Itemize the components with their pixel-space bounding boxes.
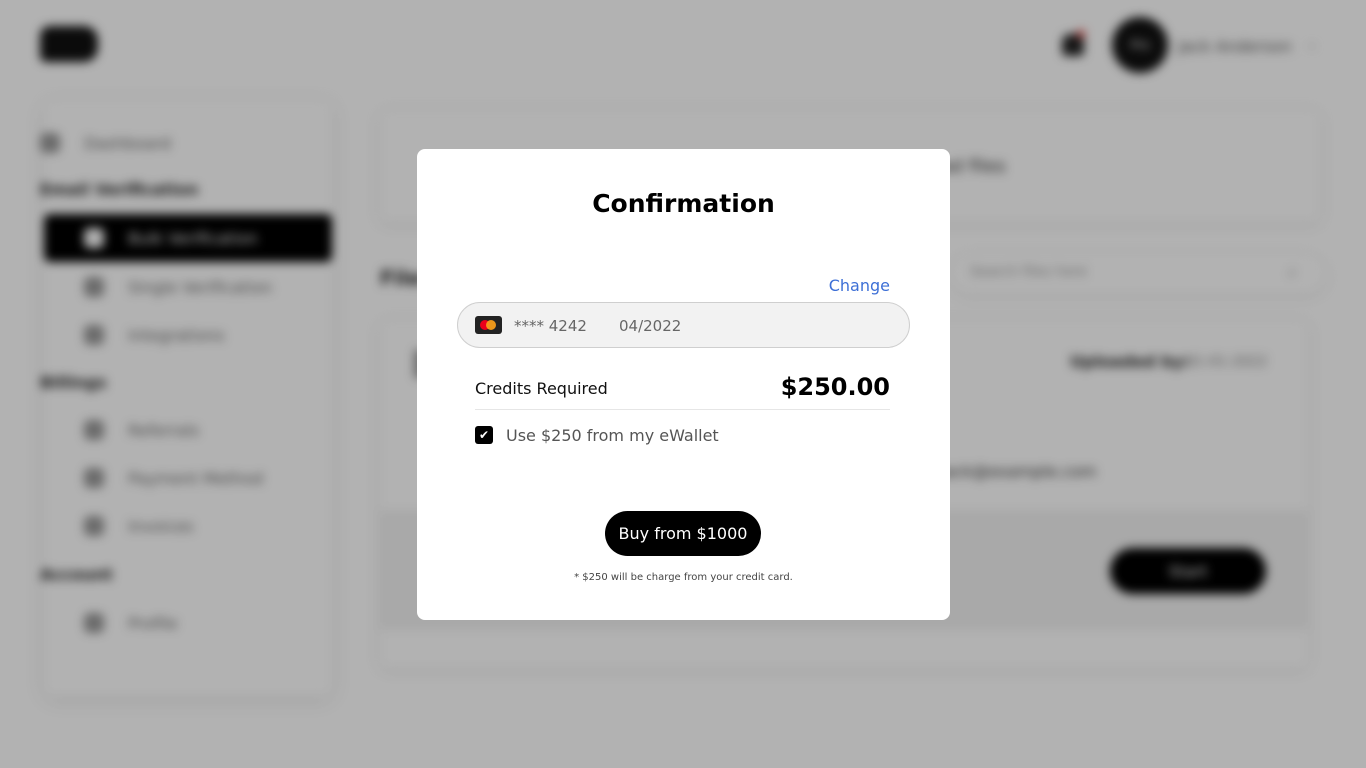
- ewallet-checkbox[interactable]: ✔: [475, 426, 493, 444]
- checkmark-icon: ✔: [478, 428, 490, 442]
- credits-required-label: Credits Required: [475, 379, 608, 398]
- divider: [475, 409, 890, 410]
- modal-title: Confirmation: [592, 189, 775, 218]
- buy-button[interactable]: Buy from $1000: [605, 511, 761, 556]
- card-number: **** 4242: [514, 317, 587, 335]
- credits-required-value: $250.00: [780, 373, 890, 401]
- payment-card-field[interactable]: **** 4242 04/2022: [457, 302, 910, 348]
- change-card-link[interactable]: Change: [829, 276, 890, 295]
- mastercard-icon: [475, 316, 502, 334]
- ewallet-checkbox-label[interactable]: Use $250 from my eWallet: [506, 426, 719, 445]
- confirmation-modal: Confirmation Change **** 4242 04/2022 Cr…: [417, 149, 950, 620]
- mastercard-circle-orange: [486, 320, 496, 330]
- charge-footnote: * $250 will be charge from your credit c…: [574, 572, 793, 583]
- card-expiry: 04/2022: [619, 317, 682, 335]
